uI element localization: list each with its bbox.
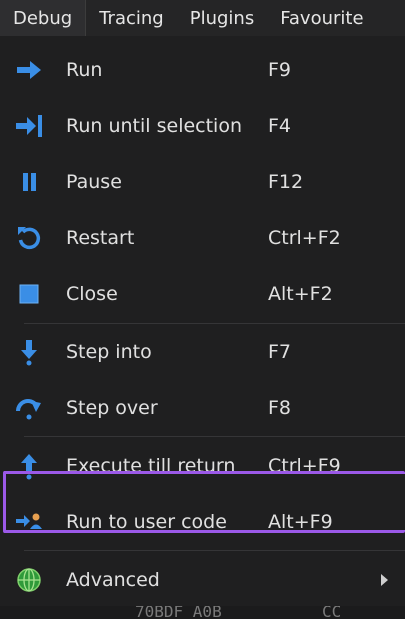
menu-debug[interactable]: Debug [0, 0, 87, 36]
submenu-arrow-icon [381, 574, 388, 586]
menu-item-label: Step into [66, 341, 152, 363]
menu-item-shortcut: F12 [268, 171, 304, 193]
menu-item-shortcut: F9 [268, 59, 292, 81]
menu-item-shortcut: F8 [268, 397, 292, 419]
highlight-box [3, 471, 405, 533]
restart-icon [18, 227, 41, 250]
menu-item-pause[interactable]: Pause F12 [0, 154, 405, 210]
menu-item-label: Pause [66, 171, 122, 193]
menu-tracing[interactable]: Tracing [86, 0, 177, 36]
menu-item-label: Step over [66, 397, 158, 419]
step-into-icon [21, 340, 37, 366]
menu-item-shortcut: Alt+F2 [268, 283, 333, 305]
menu-item-shortcut: Ctrl+F2 [268, 227, 341, 249]
menu-item-close[interactable]: Close Alt+F2 [0, 266, 405, 322]
pause-icon [23, 173, 36, 191]
globe-icon [17, 568, 41, 592]
menu-item-label: Run [66, 59, 103, 81]
menu-item-run[interactable]: Run F9 [0, 42, 405, 98]
menu-separator [24, 550, 405, 551]
step-over-icon [16, 399, 41, 420]
menu-item-step-over[interactable]: Step over F8 [0, 380, 405, 436]
menu-item-label: Close [66, 283, 118, 305]
background-text: 70BDF A0B [135, 606, 222, 619]
menu-item-shortcut: F7 [268, 341, 292, 363]
background-disassembly-strip: 70BDF A0B CC [0, 606, 405, 619]
menu-item-step-into[interactable]: Step into F7 [0, 324, 405, 380]
menu-bar: Debug Tracing Plugins Favourite [0, 0, 405, 36]
run-arrow-icon [17, 61, 41, 79]
menu-item-advanced[interactable]: Advanced [0, 552, 405, 608]
background-text: CC [322, 606, 342, 619]
menu-separator [24, 436, 405, 437]
menu-plugins[interactable]: Plugins [177, 0, 267, 36]
menu-item-run-until-selection[interactable]: Run until selection F4 [0, 98, 405, 154]
menu-item-shortcut: F4 [268, 115, 292, 137]
menu-item-label: Restart [66, 227, 135, 249]
debug-dropdown-menu: Run F9 Run until selection F4 Pause F12 … [0, 36, 405, 610]
stop-icon [19, 284, 39, 304]
menu-item-label: Advanced [66, 569, 160, 591]
menu-item-label: Run until selection [66, 115, 243, 137]
run-until-selection-icon [16, 115, 42, 137]
menu-item-restart[interactable]: Restart Ctrl+F2 [0, 210, 405, 266]
menu-favourites[interactable]: Favourite [267, 0, 376, 36]
